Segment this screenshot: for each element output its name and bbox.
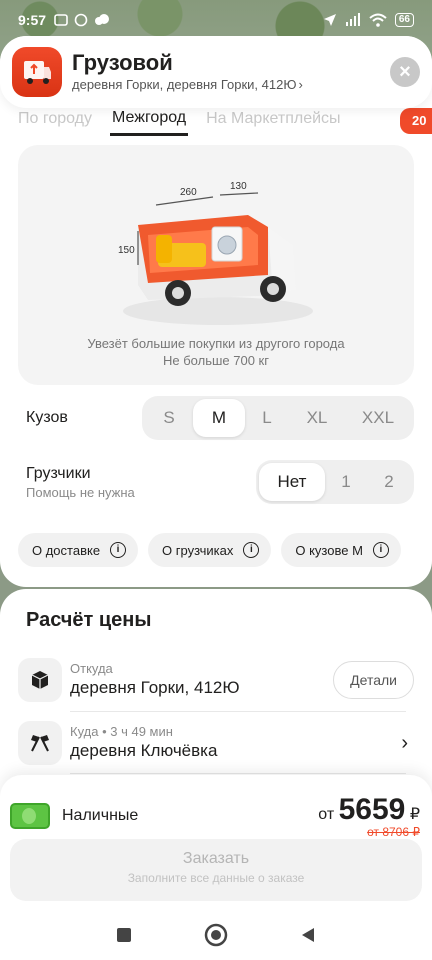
close-icon: × <box>399 61 411 83</box>
price-block: от 5659 ₽ от 8706 ₽ <box>318 793 420 839</box>
order-button-label: Заказать <box>182 850 250 867</box>
chip-about-body[interactable]: О кузове M i <box>281 533 401 567</box>
route-from-row[interactable]: Откуда деревня Горки, 412Ю Детали <box>18 652 414 708</box>
loaders-option-1[interactable]: 1 <box>325 463 367 501</box>
order-button-hint: Заполните все данные о заказе <box>127 871 305 885</box>
tab-marketplaces[interactable]: На Маркетплейсы <box>206 110 340 136</box>
route-to-caption: Куда • 3 ч 49 мин <box>70 724 173 739</box>
loaders-sublabel: Помощь не нужна <box>26 484 135 500</box>
route-to-row[interactable]: Куда • 3 ч 49 мин деревня Ключёвка › <box>18 715 414 771</box>
dimension-width: 130 <box>230 181 247 192</box>
route-from-caption: Откуда <box>70 661 113 676</box>
location-arrow-icon <box>323 14 336 26</box>
size-option-s[interactable]: S <box>145 399 193 437</box>
loaders-selector: Нет 1 2 <box>256 460 414 504</box>
dimension-height: 150 <box>118 245 135 256</box>
price-amount: 5659 <box>338 793 406 826</box>
tariff-address[interactable]: деревня Горки, деревня Горки, 412Ю › <box>72 76 390 94</box>
body-size-selector: S M L XL XXL <box>142 396 414 440</box>
details-button[interactable]: Детали <box>333 661 414 699</box>
chip-about-delivery[interactable]: О доставке i <box>18 533 139 567</box>
promo-badge[interactable]: 20 <box>400 108 432 134</box>
info-chips: О доставке i О грузчиках i О кузове M i <box>18 533 432 567</box>
battery-indicator: 66 <box>394 13 414 27</box>
loaders-option-none[interactable]: Нет <box>259 463 325 501</box>
size-option-xxl[interactable]: XXL <box>345 399 411 437</box>
chevron-right-icon: › <box>401 731 408 754</box>
chip-about-loaders[interactable]: О грузчиках i <box>148 533 272 567</box>
body-size-row: Кузов S M L XL XXL <box>18 396 414 440</box>
price-prefix: от <box>318 806 335 823</box>
back-icon[interactable] <box>299 926 317 944</box>
app-icon <box>74 13 88 27</box>
cloud-icon <box>95 14 110 25</box>
status-time: 9:57 <box>18 12 47 28</box>
close-button[interactable]: × <box>390 57 420 87</box>
tariff-address-text: деревня Горки, деревня Горки, 412Ю <box>72 77 297 92</box>
size-option-xl[interactable]: XL <box>289 399 345 437</box>
info-icon: i <box>372 542 389 558</box>
size-option-l[interactable]: L <box>245 399 289 437</box>
body-size-label: Кузов <box>26 409 68 426</box>
truck-tariff-icon <box>12 47 62 97</box>
cash-icon <box>10 803 50 829</box>
payment-panel: Наличные от 5659 ₽ от 8706 ₽ Заказать За… <box>0 775 432 960</box>
card-description: Увезёт большие покупки из другого города <box>87 336 345 351</box>
signal-icon <box>345 13 360 26</box>
old-price: от 8706 ₽ <box>367 825 420 839</box>
route-to-address: деревня Ключёвка <box>70 741 218 760</box>
recent-apps-icon[interactable] <box>115 926 133 944</box>
tab-city[interactable]: По городу <box>18 110 92 136</box>
route-divider <box>70 711 406 712</box>
loaders-option-2[interactable]: 2 <box>367 463 411 501</box>
chip-label: О доставке <box>32 542 101 558</box>
tariff-sheet: Грузовой деревня Горки, деревня Горки, 4… <box>0 36 432 587</box>
home-icon[interactable] <box>204 923 228 947</box>
tariff-title: Грузовой <box>72 50 173 75</box>
status-bar: 9:57 66 <box>0 0 432 40</box>
info-icon: i <box>243 542 260 558</box>
dimension-length: 260 <box>180 187 197 198</box>
tab-intercity[interactable]: Межгород <box>110 109 189 136</box>
info-icon: i <box>110 542 127 558</box>
loaders-label: Грузчики <box>26 464 91 482</box>
truck-illustration-card: 260 130 150 Увезёт большие покупки из др… <box>18 145 414 385</box>
price-section-title: Расчёт цены <box>26 609 152 631</box>
size-option-m[interactable]: M <box>193 399 245 437</box>
box-icon <box>18 658 62 702</box>
route-from-address: деревня Горки, 412Ю <box>70 678 240 697</box>
card-weight-limit: Не больше 700 кг <box>163 353 269 368</box>
price-currency: ₽ <box>409 806 420 823</box>
chip-label: О грузчиках <box>162 542 234 558</box>
notification-icon <box>54 14 68 26</box>
truck-illustration: 260 130 150 <box>118 181 313 325</box>
payment-method-label: Наличные <box>62 807 139 824</box>
order-button[interactable]: Заказать Заполните все данные о заказе <box>10 839 422 901</box>
system-nav-bar <box>0 910 432 960</box>
payment-method-row[interactable]: Наличные от 5659 ₽ от 8706 ₽ <box>10 793 420 839</box>
tariff-header: Грузовой деревня Горки, деревня Горки, 4… <box>0 36 432 108</box>
chip-label: О кузове M <box>295 542 363 558</box>
chevron-right-icon: › <box>298 77 303 92</box>
route-divider <box>70 773 406 774</box>
finish-flags-icon <box>18 721 62 765</box>
wifi-icon <box>369 13 387 27</box>
loaders-row: Грузчики Помощь не нужна Нет 1 2 <box>18 460 414 504</box>
